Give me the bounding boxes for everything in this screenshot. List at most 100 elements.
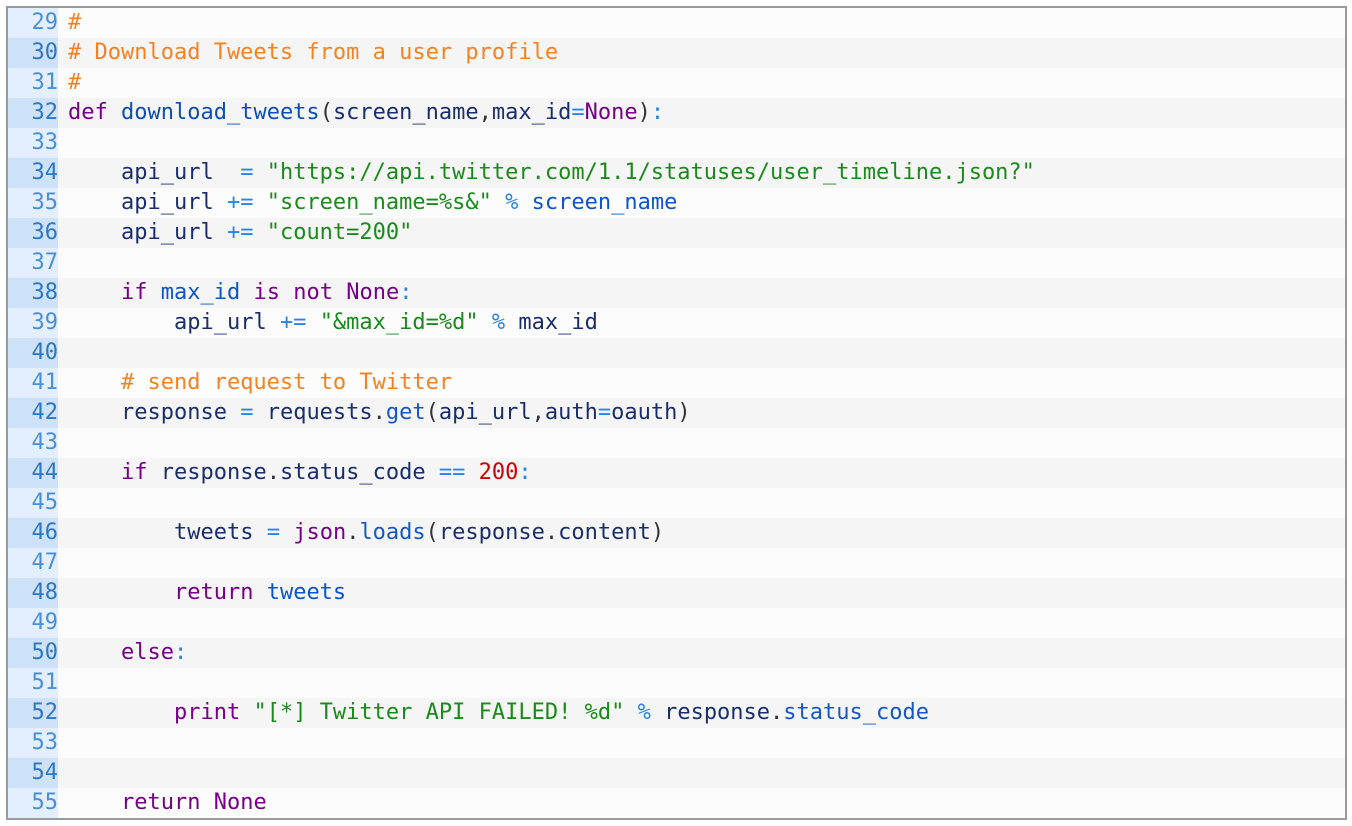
line-number: 39	[8, 308, 58, 338]
code-text: if response.status_code == 200:	[58, 458, 532, 488]
code-text: api_url += "&max_id=%d" % max_id	[58, 308, 598, 338]
code-text: else:	[58, 638, 187, 668]
code-line[interactable]: 40	[8, 338, 1345, 368]
code-line[interactable]: 32 def download_tweets(screen_name,max_id…	[8, 98, 1345, 128]
code-line[interactable]: 43	[8, 428, 1345, 458]
code-token: "https://api.twitter.com/1.1/statuses/us…	[266, 160, 1035, 185]
line-number: 37	[8, 248, 58, 278]
code-line[interactable]: 44 if response.status_code == 200:	[8, 458, 1345, 488]
code-token: status_code	[279, 460, 426, 485]
code-token: :	[518, 460, 532, 485]
code-token: if	[120, 460, 148, 485]
code-line[interactable]: 35 api_url += "screen_name=%s&" % screen…	[8, 188, 1345, 218]
code-line[interactable]: 52 print "[*] Twitter API FAILED! %d" % …	[8, 698, 1345, 728]
line-number: 46	[8, 518, 58, 548]
code-line[interactable]: 31 #	[8, 68, 1345, 98]
code-token: max_id	[518, 310, 598, 335]
code-text: return tweets	[58, 578, 346, 608]
code-token: =	[266, 520, 280, 545]
code-editor[interactable]: 29 #30 # Download Tweets from a user profi…	[6, 6, 1347, 820]
code-token: response	[664, 700, 771, 725]
line-number: 36	[8, 218, 58, 248]
code-line[interactable]: 50 else:	[8, 638, 1345, 668]
code-line[interactable]: 42 response = requests.get(api_url,auth=…	[8, 398, 1345, 428]
code-token: def	[68, 100, 108, 125]
code-token: #	[68, 70, 82, 95]
code-text: #	[58, 8, 81, 38]
line-number: 55	[8, 788, 58, 818]
code-line[interactable]: 29 #	[8, 8, 1345, 38]
code-token: (	[425, 520, 439, 545]
code-line[interactable]: 34 api_url = "https://api.twitter.com/1.…	[8, 158, 1345, 188]
code-text: api_url += "count=200"	[58, 218, 412, 248]
code-line[interactable]: 54	[8, 758, 1345, 788]
code-line[interactable]: 45	[8, 488, 1345, 518]
line-number: 34	[8, 158, 58, 188]
line-number: 53	[8, 728, 58, 758]
code-line[interactable]: 33	[8, 128, 1345, 158]
code-token: loads	[359, 520, 426, 545]
code-line[interactable]: 39 api_url += "&max_id=%d" % max_id	[8, 308, 1345, 338]
code-line[interactable]: 53	[8, 728, 1345, 758]
code-line[interactable]: 46 tweets = json.loads(response.content)	[8, 518, 1345, 548]
line-number: 29	[8, 8, 58, 38]
code-token: json	[293, 520, 347, 545]
code-token: .	[372, 400, 386, 425]
code-token: .	[266, 460, 280, 485]
code-token: )	[650, 520, 665, 545]
code-line[interactable]: 51	[8, 668, 1345, 698]
code-token: api_url	[438, 400, 532, 425]
code-token: =	[597, 400, 612, 425]
code-token: not	[293, 280, 333, 305]
code-text: response = requests.get(api_url,auth=oau…	[58, 398, 691, 428]
code-token: tweets	[266, 580, 347, 605]
line-number: 35	[8, 188, 58, 218]
line-number: 47	[8, 548, 58, 578]
code-line[interactable]: 37	[8, 248, 1345, 278]
line-number: 40	[8, 338, 58, 368]
line-number: 48	[8, 578, 58, 608]
line-number: 41	[8, 368, 58, 398]
line-number: 31	[8, 68, 58, 98]
code-line[interactable]: 38 if max_id is not None:	[8, 278, 1345, 308]
line-number: 54	[8, 758, 58, 788]
code-line[interactable]: 49	[8, 608, 1345, 638]
code-token: requests	[266, 400, 373, 425]
code-line[interactable]: 30 # Download Tweets from a user profile	[8, 38, 1345, 68]
code-token: ,	[531, 400, 545, 425]
line-number: 33	[8, 128, 58, 158]
line-number: 42	[8, 398, 58, 428]
code-text: #	[58, 68, 81, 98]
code-line[interactable]: 36 api_url += "count=200"	[8, 218, 1345, 248]
code-token: None	[346, 280, 400, 305]
code-token: get	[385, 400, 426, 425]
code-token: .	[544, 520, 559, 545]
code-line[interactable]: 41 # send request to Twitter	[8, 368, 1345, 398]
code-token: api_url	[120, 160, 214, 185]
code-line[interactable]: 47	[8, 548, 1345, 578]
code-line[interactable]: 48 return tweets	[8, 578, 1345, 608]
code-line[interactable]: 55 return None	[8, 788, 1345, 818]
code-token: api_url	[173, 310, 267, 335]
